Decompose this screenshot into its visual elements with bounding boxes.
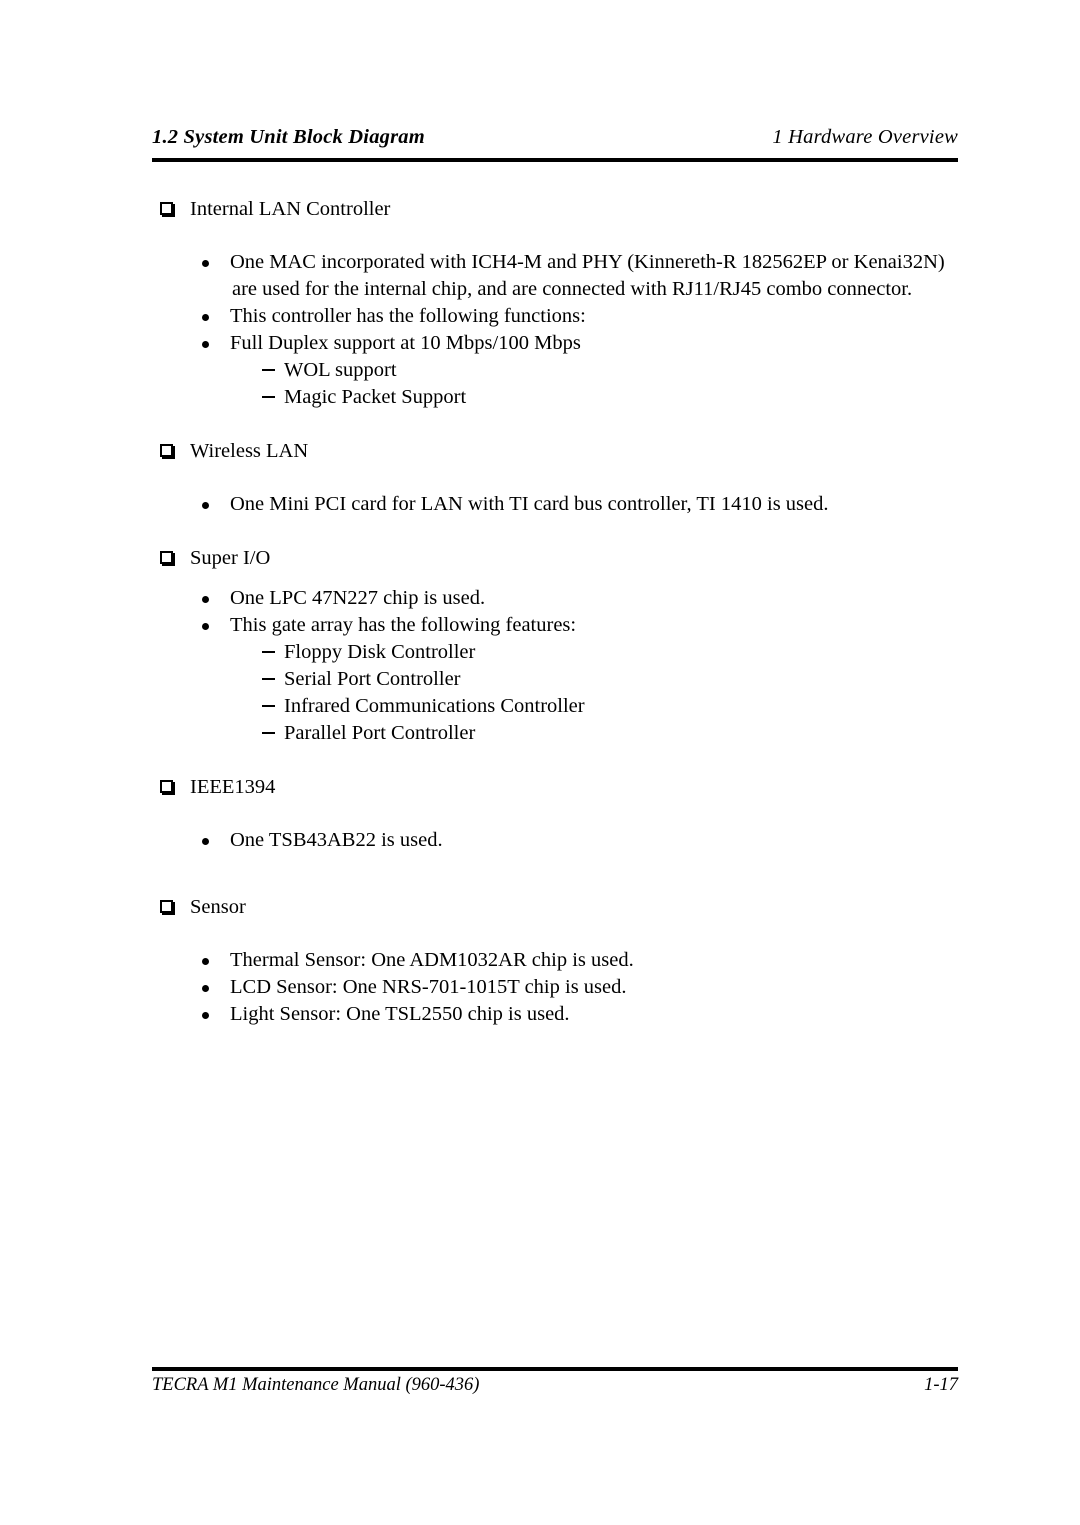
header-rule — [152, 158, 958, 162]
round-bullet-icon — [202, 958, 209, 965]
hollow-square-bullet-icon — [160, 444, 173, 457]
hollow-square-bullet-icon — [160, 202, 173, 215]
footer-manual-title: TECRA M1 Maintenance Manual (960-436) — [152, 1375, 480, 1395]
list-item: Light Sensor: One TSL2550 chip is used. — [152, 1001, 972, 1028]
en-dash-bullet-icon — [262, 651, 275, 653]
list-item-label: Full Duplex support at 10 Mbps/100 Mbps — [230, 332, 581, 354]
header-section-title: 1.2 System Unit Block Diagram — [152, 126, 425, 148]
hollow-square-bullet-icon — [160, 780, 173, 793]
round-bullet-icon — [202, 623, 209, 630]
list-item-label: Floppy Disk Controller — [284, 641, 476, 663]
list-item-label: Light Sensor: One TSL2550 chip is used. — [230, 1003, 570, 1025]
page-footer: TECRA M1 Maintenance Manual (960-436) 1-… — [152, 1375, 958, 1403]
section-heading: Super I/O — [152, 545, 972, 572]
footer-page-number: 1-17 — [924, 1375, 958, 1395]
footer-rule — [152, 1367, 958, 1371]
list-item: Floppy Disk Controller — [152, 639, 972, 666]
list-item-label: This gate array has the following featur… — [230, 614, 577, 636]
list-item: One LPC 47N227 chip is used. — [152, 585, 972, 612]
list-item: Parallel Port Controller — [152, 720, 972, 747]
list-item: One Mini PCI card for LAN with TI card b… — [152, 491, 972, 518]
en-dash-bullet-icon — [262, 705, 275, 707]
list-item-label: Serial Port Controller — [284, 668, 461, 690]
section-internal-lan-controller: Internal LAN Controller One MAC incorpor… — [152, 196, 972, 411]
en-dash-bullet-icon — [262, 678, 275, 680]
list-item-label: One Mini PCI card for LAN with TI card b… — [230, 493, 829, 515]
list-item: Full Duplex support at 10 Mbps/100 Mbps — [152, 330, 972, 357]
en-dash-bullet-icon — [262, 369, 275, 371]
list-item: Infrared Communications Controller — [152, 693, 972, 720]
section-heading-label: Sensor — [190, 896, 246, 918]
section-heading-label: Internal LAN Controller — [190, 198, 391, 220]
list-item: One TSB43AB22 is used. — [152, 827, 972, 854]
section-heading: IEEE1394 — [152, 774, 972, 801]
list-item: This controller has the following functi… — [152, 303, 972, 330]
section-heading: Internal LAN Controller — [152, 196, 972, 223]
list-item: One MAC incorporated with ICH4-M and PHY… — [152, 249, 972, 303]
round-bullet-icon — [202, 1012, 209, 1019]
list-item: Magic Packet Support — [152, 384, 972, 411]
round-bullet-icon — [202, 314, 209, 321]
list-item: LCD Sensor: One NRS-701-1015T chip is us… — [152, 974, 972, 1001]
list-item-label: One LPC 47N227 chip is used. — [230, 587, 486, 609]
list-item-label: Parallel Port Controller — [284, 722, 476, 744]
list-item-label: LCD Sensor: One NRS-701-1015T chip is us… — [230, 976, 627, 998]
list-item-label: One MAC incorporated with ICH4-M and PHY… — [230, 251, 945, 273]
round-bullet-icon — [202, 838, 209, 845]
list-item: This gate array has the following featur… — [152, 612, 972, 639]
list-item-label: WOL support — [284, 359, 397, 381]
page-content: Internal LAN Controller One MAC incorpor… — [152, 196, 972, 1028]
list-item: Serial Port Controller — [152, 666, 972, 693]
hollow-square-bullet-icon — [160, 900, 173, 913]
list-item-label: Thermal Sensor: One ADM1032AR chip is us… — [230, 949, 634, 971]
list-item-label-continued: are used for the internal chip, and are … — [232, 278, 913, 300]
section-sensor: Sensor Thermal Sensor: One ADM1032AR chi… — [152, 894, 972, 1028]
list-item: WOL support — [152, 357, 972, 384]
list-item-label: Magic Packet Support — [284, 386, 467, 408]
round-bullet-icon — [202, 502, 209, 509]
section-heading-label: Wireless LAN — [190, 440, 309, 462]
page-header: 1.2 System Unit Block Diagram 1 Hardware… — [152, 126, 958, 160]
round-bullet-icon — [202, 260, 209, 267]
section-heading-label: IEEE1394 — [190, 776, 276, 798]
en-dash-bullet-icon — [262, 396, 275, 398]
list-item-label: One TSB43AB22 is used. — [230, 829, 443, 851]
section-heading: Sensor — [152, 894, 972, 921]
header-chapter-title: 1 Hardware Overview — [772, 126, 958, 148]
en-dash-bullet-icon — [262, 732, 275, 734]
list-item: Thermal Sensor: One ADM1032AR chip is us… — [152, 947, 972, 974]
round-bullet-icon — [202, 985, 209, 992]
round-bullet-icon — [202, 596, 209, 603]
list-item-label: This controller has the following functi… — [230, 305, 586, 327]
section-wireless-lan: Wireless LAN One Mini PCI card for LAN w… — [152, 438, 972, 518]
hollow-square-bullet-icon — [160, 551, 173, 564]
round-bullet-icon — [202, 341, 209, 348]
section-heading: Wireless LAN — [152, 438, 972, 465]
manual-page: 1.2 System Unit Block Diagram 1 Hardware… — [0, 0, 1080, 1525]
section-ieee1394: IEEE1394 One TSB43AB22 is used. — [152, 774, 972, 854]
section-super-io: Super I/O One LPC 47N227 chip is used. T… — [152, 545, 972, 747]
section-heading-label: Super I/O — [190, 547, 271, 569]
list-item-label: Infrared Communications Controller — [284, 695, 585, 717]
